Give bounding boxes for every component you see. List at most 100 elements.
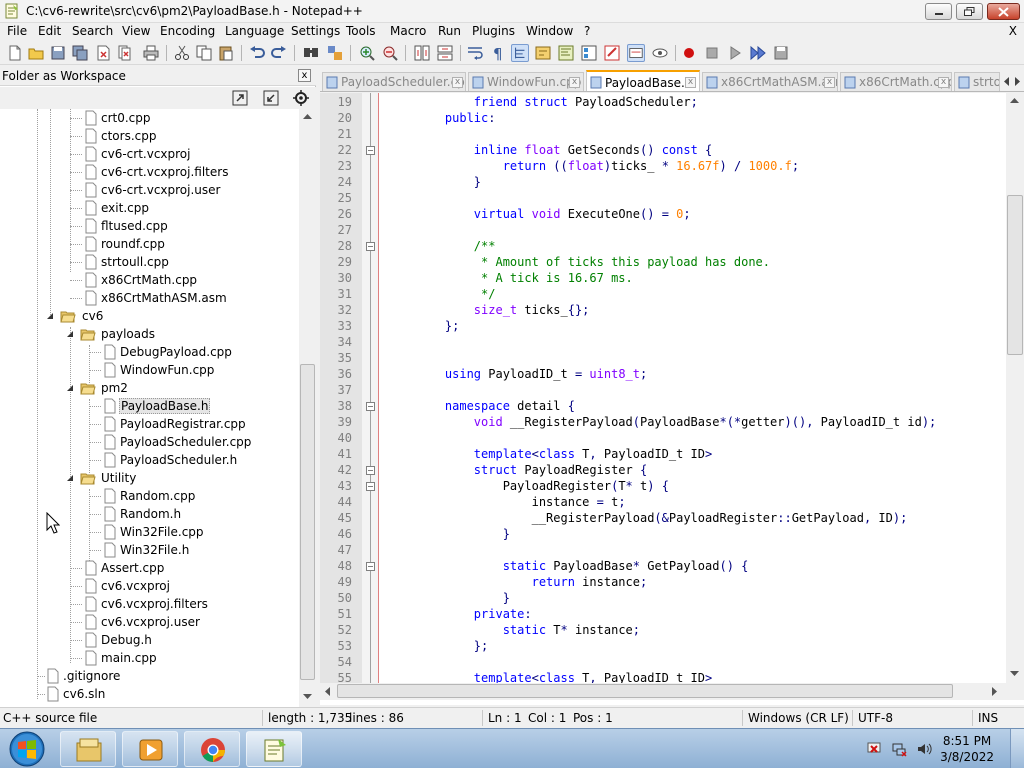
redo-icon[interactable] — [270, 44, 288, 62]
fold-toggle-icon[interactable] — [366, 482, 375, 491]
tree-file-windowfun[interactable]: WindowFun.cpp — [89, 361, 299, 379]
sync-vertical-icon[interactable] — [413, 44, 431, 62]
status-eol[interactable]: Windows (CR LF) — [748, 711, 849, 725]
folder-workspace-icon[interactable] — [603, 44, 621, 62]
menu-plugins[interactable]: Plugins — [472, 24, 515, 38]
tree-file-payloadregistrar[interactable]: PayloadRegistrar.cpp — [89, 415, 299, 433]
tree-file-random-cpp[interactable]: Random.cpp — [89, 487, 299, 505]
menu-run[interactable]: Run — [438, 24, 461, 38]
close-file-icon[interactable] — [94, 44, 112, 62]
action-center-icon[interactable] — [866, 741, 882, 757]
editor-horizontal-scrollbar[interactable] — [320, 683, 1006, 700]
tree-file-main[interactable]: main.cpp — [70, 649, 299, 667]
scroll-right-arrow-icon[interactable] — [992, 687, 998, 696]
tab-x86crtmath-cpp[interactable]: x86CrtMath.cpp x — [840, 72, 952, 91]
editor-hscroll-thumb[interactable] — [337, 684, 953, 698]
network-icon[interactable] — [891, 741, 907, 757]
tree-folder-pm2[interactable]: pm2 — [66, 379, 299, 397]
menu-help[interactable]: ? — [584, 24, 590, 38]
panel-scrollbar-thumb[interactable] — [300, 364, 315, 680]
eye-icon[interactable] — [651, 44, 669, 62]
tree-file-debugpayload[interactable]: DebugPayload.cpp — [89, 343, 299, 361]
tab-scroll-right-icon[interactable] — [1015, 77, 1021, 86]
close-document-button[interactable]: X — [1009, 24, 1017, 38]
editor-vertical-scrollbar[interactable] — [1006, 93, 1024, 683]
fold-toggle-icon[interactable] — [366, 242, 375, 251]
tree-file-win32file-h[interactable]: Win32File.h — [89, 541, 299, 559]
tree-folder-payloads[interactable]: payloads — [66, 325, 299, 343]
clock[interactable]: 8:51 PM 3/8/2022 — [940, 734, 994, 764]
tab-close-icon[interactable]: x — [569, 77, 580, 88]
tree-file-cv6-user[interactable]: cv6.vcxproj.user — [70, 613, 299, 631]
fold-toggle-icon[interactable] — [366, 466, 375, 475]
tree-file-crt0[interactable]: crt0.cpp — [70, 109, 299, 127]
panel-scrollbar[interactable] — [299, 109, 316, 707]
tree-file-payloadbase[interactable]: PayloadBase.h — [89, 397, 299, 415]
collapse-arrow-icon[interactable] — [66, 330, 74, 338]
tree-file-assert[interactable]: Assert.cpp — [70, 559, 299, 577]
tree-file-exit[interactable]: exit.cpp — [70, 199, 299, 217]
minimize-button[interactable] — [925, 3, 952, 20]
word-wrap-icon[interactable] — [466, 44, 484, 62]
new-file-icon[interactable] — [6, 44, 24, 62]
tree-file-cv6-sln[interactable]: cv6.sln — [37, 685, 299, 703]
doc-map-icon[interactable] — [557, 44, 575, 62]
expand-all-icon[interactable] — [231, 89, 249, 107]
tab-close-icon[interactable]: x — [824, 77, 835, 88]
collapse-arrow-icon[interactable] — [66, 474, 74, 482]
tree-file-x86crtmath[interactable]: x86CrtMath.cpp — [70, 271, 299, 289]
menu-file[interactable]: File — [7, 24, 27, 38]
close-window-button[interactable] — [987, 3, 1020, 20]
collapse-arrow-icon[interactable] — [46, 312, 54, 320]
zoom-out-icon[interactable] — [381, 44, 399, 62]
open-file-icon[interactable] — [27, 44, 45, 62]
undo-icon[interactable] — [248, 44, 266, 62]
tab-scroll-arrows[interactable] — [1000, 72, 1024, 90]
tab-close-icon[interactable]: x — [938, 77, 949, 88]
tree-file-gitignore[interactable]: .gitignore — [37, 667, 299, 685]
tab-strto[interactable]: strto — [954, 72, 1000, 91]
tree-file-cv6-crt-vcxproj[interactable]: cv6-crt.vcxproj — [70, 145, 299, 163]
find-icon[interactable] — [302, 44, 320, 62]
tree-file-payloadscheduler-cpp[interactable]: PayloadScheduler.cpp — [89, 433, 299, 451]
tree-file-cv6-filters[interactable]: cv6.vcxproj.filters — [70, 595, 299, 613]
tab-x86crtmathasm[interactable]: x86CrtMathASM.asm x — [702, 72, 838, 91]
tree-file-win32file-cpp[interactable]: Win32File.cpp — [89, 523, 299, 541]
find-replace-icon[interactable] — [326, 44, 344, 62]
cut-icon[interactable] — [173, 44, 191, 62]
copy-icon[interactable] — [195, 44, 213, 62]
code-area[interactable]: friend struct PayloadScheduler; public: … — [378, 93, 1006, 683]
menu-settings[interactable]: Settings — [291, 24, 340, 38]
collapse-arrow-icon[interactable] — [66, 384, 74, 392]
close-all-icon[interactable] — [116, 44, 134, 62]
editor-vscroll-thumb[interactable] — [1007, 195, 1023, 355]
menu-search[interactable]: Search — [72, 24, 113, 38]
taskbar-chrome[interactable] — [184, 731, 240, 767]
tree-file-ctors[interactable]: ctors.cpp — [70, 127, 299, 145]
scroll-down-arrow-icon[interactable] — [1010, 671, 1019, 677]
tree-folder-cv6[interactable]: cv6 — [46, 307, 299, 325]
menu-macro[interactable]: Macro — [390, 24, 426, 38]
fold-toggle-icon[interactable] — [366, 146, 375, 155]
show-desktop-button[interactable] — [1010, 729, 1024, 768]
record-macro-icon[interactable] — [680, 44, 698, 62]
tree-file-random-h[interactable]: Random.h — [89, 505, 299, 523]
function-list-icon[interactable] — [580, 44, 598, 62]
status-encoding[interactable]: UTF-8 — [858, 711, 893, 725]
paste-icon[interactable] — [217, 44, 235, 62]
panel-close-button[interactable]: x — [298, 69, 311, 82]
tree-folder-utility[interactable]: Utility — [66, 469, 299, 487]
menu-encoding[interactable]: Encoding — [160, 24, 215, 38]
scroll-up-arrow-icon[interactable] — [303, 113, 312, 119]
tab-close-icon[interactable]: x — [452, 77, 463, 88]
udl-icon[interactable] — [534, 44, 552, 62]
menu-tools[interactable]: Tools — [346, 24, 376, 38]
fold-toggle-icon[interactable] — [366, 402, 375, 411]
collapse-all-icon[interactable] — [262, 89, 280, 107]
tree-file-strtoull[interactable]: strtoull.cpp — [70, 253, 299, 271]
maximize-button[interactable] — [956, 3, 983, 20]
scroll-left-arrow-icon[interactable] — [324, 687, 330, 696]
tab-payloadscheduler-cpp[interactable]: PayloadScheduler.cpp x — [322, 72, 466, 91]
tree-file-cv6-crt-user[interactable]: cv6-crt.vcxproj.user — [70, 181, 299, 199]
show-all-chars-icon[interactable]: ¶ — [488, 44, 506, 62]
